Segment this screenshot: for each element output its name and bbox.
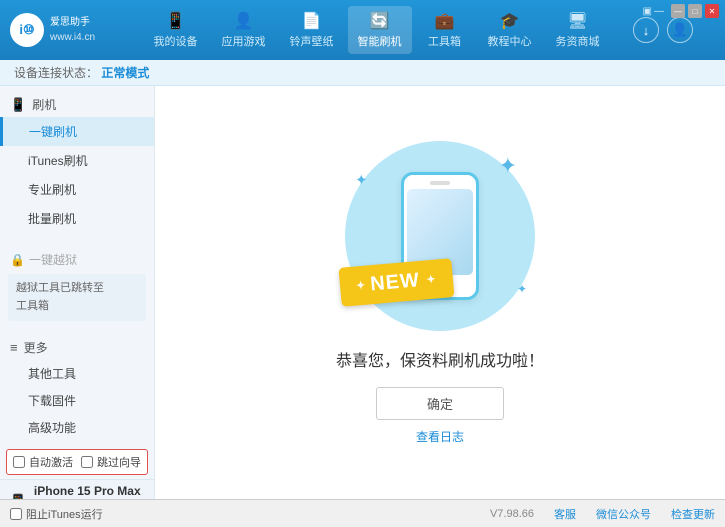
stop-itunes-checkbox[interactable]: [10, 508, 22, 520]
sidebar-section-flash-header: 📱 刷机: [0, 92, 154, 117]
version-text: V7.98.66: [490, 508, 534, 520]
minimize-button[interactable]: —: [671, 4, 685, 18]
sidebar-more-header: ≡ 更多: [0, 335, 154, 360]
auto-activate-label[interactable]: 自动激活: [29, 454, 73, 470]
sidebar-item-batch-flash[interactable]: 批量刷机: [0, 204, 154, 233]
sparkle-bottom-right-icon: ✦: [517, 282, 527, 296]
header-right: ↓ 👤: [633, 17, 715, 43]
logo-icon: i⑩: [10, 13, 44, 47]
nav-tab-service[interactable]: 🖥 务资商城: [546, 6, 610, 54]
content-area: ✦ ✦ ✦ ✦ NEW: [155, 86, 725, 499]
app-games-label: 应用游戏: [222, 33, 266, 49]
window-controls: ▣— — □ ✕: [643, 4, 719, 18]
device-panel: 📱 iPhone 15 Pro Max 512GB iPhone: [0, 479, 154, 499]
toolbox-icon: 💼: [435, 11, 455, 31]
sidebar-section-more: ≡ 更多 其他工具 下载固件 高级功能: [0, 331, 154, 445]
service-icon: 🖥: [567, 11, 587, 31]
sidebar-jailbreak-header: 🔒 一键越狱: [0, 247, 154, 272]
sidebar-jailbreak-notice: 越狱工具已跳转至工具箱: [8, 274, 146, 321]
sidebar-item-advanced[interactable]: 高级功能: [0, 414, 154, 441]
view-log-link[interactable]: 查看日志: [416, 428, 464, 445]
flash-section-icon: 📱: [10, 97, 26, 113]
sparkle-top-right-icon: ✦: [499, 153, 517, 179]
tutorial-icon: 🎓: [500, 11, 520, 31]
logo-text: 爱思助手 www.i4.cn: [50, 15, 95, 45]
bg-circle: ✦ ✦ ✦ ✦ NEW: [345, 141, 535, 331]
lock-icon: 🔒: [10, 253, 25, 267]
main-layout: 📱 刷机 一键刷机 iTunes刷机 专业刷机 批量刷机 🔒 一键越狱 越狱工具…: [0, 86, 725, 499]
my-device-label: 我的设备: [154, 33, 198, 49]
nav-tabs: 📱 我的设备 👤 应用游戏 📄 铃声壁纸 🔄 智能刷机 💼 工具箱 🎓: [120, 6, 633, 54]
tutorial-label: 教程中心: [488, 33, 532, 49]
sidebar-item-other-tools[interactable]: 其他工具: [0, 360, 154, 387]
skip-guide-checkbox[interactable]: [81, 456, 93, 468]
logo-area: i⑩ 爱思助手 www.i4.cn: [10, 13, 120, 47]
service-label: 务资商城: [556, 33, 600, 49]
close-button[interactable]: ✕: [705, 4, 719, 18]
ringtone-icon: 📄: [302, 11, 322, 31]
nav-tab-tutorial[interactable]: 🎓 教程中心: [478, 6, 542, 54]
header: i⑩ 爱思助手 www.i4.cn 📱 我的设备 👤 应用游戏 📄 铃声壁纸 🔄…: [0, 0, 725, 60]
my-device-icon: 📱: [166, 11, 186, 31]
ringtone-label: 铃声壁纸: [290, 33, 334, 49]
customer-service-link[interactable]: 客服: [554, 506, 576, 522]
sidebar-section-jailbreak: 🔒 一键越狱 越狱工具已跳转至工具箱: [0, 243, 154, 327]
bottom-bar: 阻止iTunes运行 V7.98.66 客服 微信公众号 检查更新: [0, 499, 725, 527]
maximize-button[interactable]: □: [688, 4, 702, 18]
check-update-link[interactable]: 检查更新: [671, 506, 715, 522]
stop-itunes-area: 阻止iTunes运行: [10, 506, 103, 522]
status-badge: 正常模式: [101, 66, 149, 80]
auto-activate-row: 自动激活 跳过向导: [6, 449, 148, 475]
nav-tab-toolbox[interactable]: 💼 工具箱: [416, 6, 474, 54]
sidebar-item-itunes-flash[interactable]: iTunes刷机: [0, 146, 154, 175]
nav-tab-smart-flash[interactable]: 🔄 智能刷机: [348, 6, 412, 54]
device-name: iPhone 15 Pro Max: [34, 484, 141, 498]
success-message: 恭喜您，保资料刷机成功啦！: [336, 347, 544, 371]
nav-tab-app-games[interactable]: 👤 应用游戏: [212, 6, 276, 54]
app-games-icon: 👤: [234, 11, 254, 31]
more-icon: ≡: [10, 340, 18, 355]
confirm-button[interactable]: 确定: [376, 387, 504, 420]
bottom-right-links: V7.98.66 客服 微信公众号 检查更新: [490, 506, 715, 522]
wechat-link[interactable]: 微信公众号: [596, 506, 651, 522]
breadcrumb: 设备连接状态： 正常模式: [0, 60, 725, 86]
stop-itunes-label[interactable]: 阻止iTunes运行: [26, 506, 103, 522]
skip-guide-label[interactable]: 跳过向导: [97, 454, 141, 470]
sidebar-item-one-click-flash[interactable]: 一键刷机: [0, 117, 154, 146]
sparkle-top-left-icon: ✦: [355, 171, 368, 189]
sidebar-section-flash: 📱 刷机 一键刷机 iTunes刷机 专业刷机 批量刷机: [0, 86, 154, 239]
download-icon[interactable]: ↓: [633, 17, 659, 43]
smart-flash-icon: 🔄: [370, 11, 390, 31]
phone-illustration: ✦ ✦ ✦ ✦ NEW: [345, 141, 535, 331]
sidebar-item-download-fw[interactable]: 下载固件: [0, 387, 154, 414]
smart-flash-label: 智能刷机: [358, 33, 402, 49]
auto-activate-checkbox[interactable]: [13, 456, 25, 468]
nav-tab-my-device[interactable]: 📱 我的设备: [144, 6, 208, 54]
sidebar: 📱 刷机 一键刷机 iTunes刷机 专业刷机 批量刷机 🔒 一键越狱 越狱工具…: [0, 86, 155, 499]
user-icon[interactable]: 👤: [667, 17, 693, 43]
auto-activate-area: 自动激活 跳过向导: [0, 445, 154, 479]
sidebar-item-pro-flash[interactable]: 专业刷机: [0, 175, 154, 204]
new-badge: ✦ NEW ✦: [339, 258, 455, 307]
toolbox-label: 工具箱: [428, 33, 461, 49]
nav-tab-ringtone[interactable]: 📄 铃声壁纸: [280, 6, 344, 54]
